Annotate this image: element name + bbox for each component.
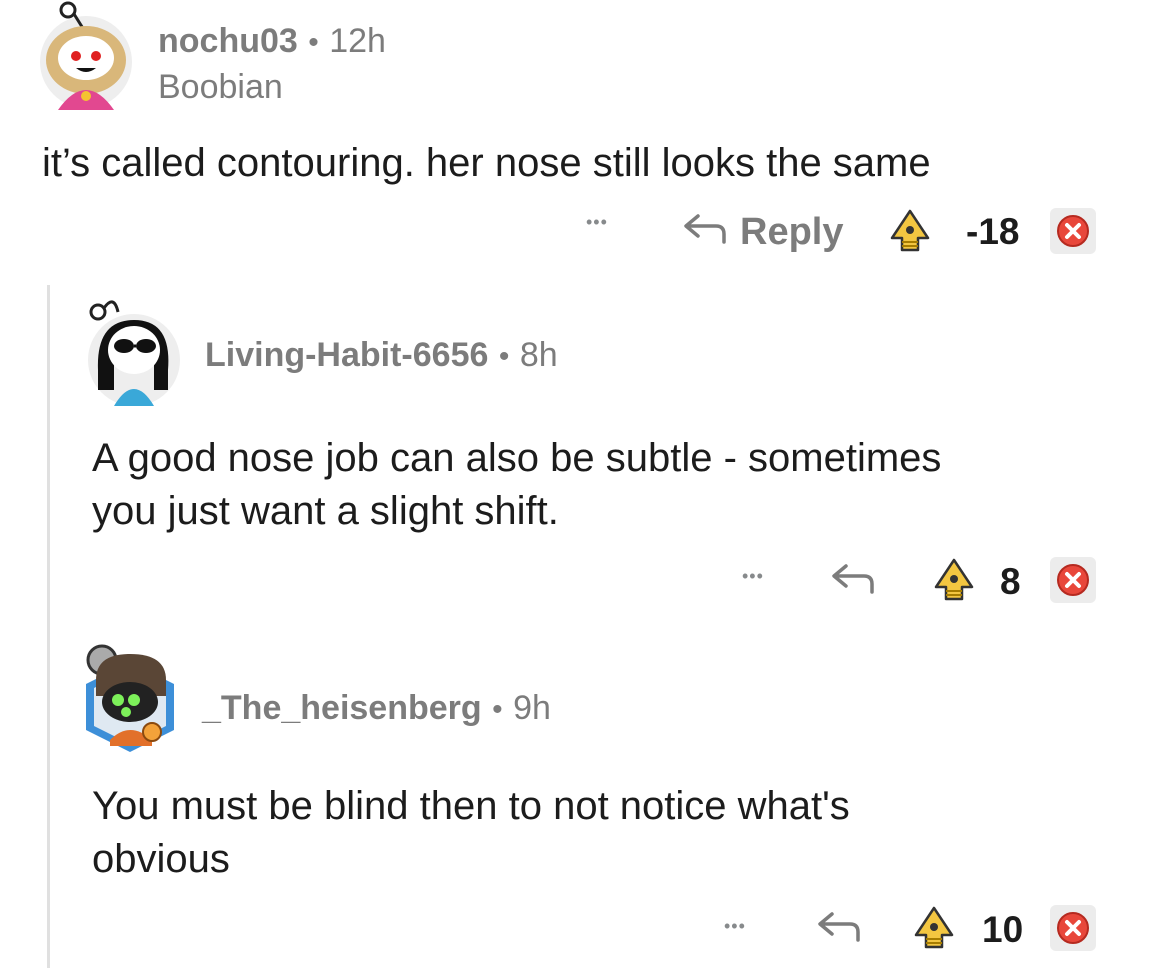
downvote-x-icon — [1050, 208, 1096, 254]
user-flair: Boobian — [158, 68, 283, 106]
timestamp: 8h — [519, 336, 558, 374]
upvote-button[interactable] — [932, 557, 976, 603]
username[interactable]: Living-Habit-6656 — [205, 336, 488, 374]
upvote-award-icon — [932, 557, 976, 603]
reply-label: Reply — [740, 211, 844, 253]
downvote-button[interactable] — [1050, 557, 1096, 603]
upvote-award-icon — [912, 905, 956, 951]
reply-button[interactable] — [828, 560, 878, 605]
comment-body: A good nose job can also be subtle - som… — [92, 432, 941, 538]
reply-arrow-icon — [814, 912, 864, 952]
thread-line[interactable] — [47, 285, 50, 968]
comment-body: You must be blind then to not notice wha… — [92, 780, 850, 886]
upvote-award-icon — [888, 208, 932, 254]
comment-header: nochu03 • 12h — [158, 22, 386, 61]
more-options-button[interactable]: ••• — [724, 916, 746, 937]
downvote-button[interactable] — [1050, 905, 1096, 951]
timestamp: 9h — [513, 689, 551, 727]
more-options-button[interactable]: ••• — [586, 212, 608, 233]
avatar[interactable] — [38, 0, 134, 112]
comment-line: you just want a slight shift. — [92, 489, 559, 533]
comment-line: You must be blind then to not notice wha… — [92, 784, 850, 828]
avatar[interactable] — [84, 290, 182, 408]
timestamp: 12h — [329, 22, 386, 60]
comment-header: Living-Habit-6656 • 8h — [205, 336, 558, 375]
more-options-button[interactable]: ••• — [742, 566, 764, 587]
vote-count: -18 — [966, 211, 1020, 252]
username[interactable]: nochu03 — [158, 22, 298, 60]
downvote-button[interactable] — [1050, 208, 1096, 254]
username[interactable]: _The_heisenberg — [202, 689, 482, 727]
upvote-button[interactable] — [912, 905, 956, 951]
separator-dot: • — [308, 26, 319, 59]
separator-dot: • — [492, 693, 503, 726]
comment-line: obvious — [92, 837, 230, 881]
separator-dot: • — [498, 340, 510, 373]
vote-count: 10 — [982, 909, 1024, 950]
reply-arrow-icon — [680, 210, 730, 255]
comment-line: A good nose job can also be subtle - som… — [92, 436, 942, 480]
comment-body: it’s called contouring. her nose still l… — [42, 137, 931, 190]
reply-arrow-icon — [828, 564, 878, 604]
downvote-x-icon — [1050, 905, 1096, 951]
comment-line: it’s called contouring. her nose still l… — [42, 141, 931, 185]
comment-header: _The_heisenberg • 9h — [202, 689, 551, 728]
avatar[interactable] — [82, 640, 178, 756]
reply-button[interactable]: Reply — [680, 210, 843, 255]
reply-button[interactable] — [814, 908, 864, 953]
vote-count: 8 — [1000, 561, 1021, 602]
downvote-x-icon — [1050, 557, 1096, 603]
upvote-button[interactable] — [888, 208, 932, 254]
